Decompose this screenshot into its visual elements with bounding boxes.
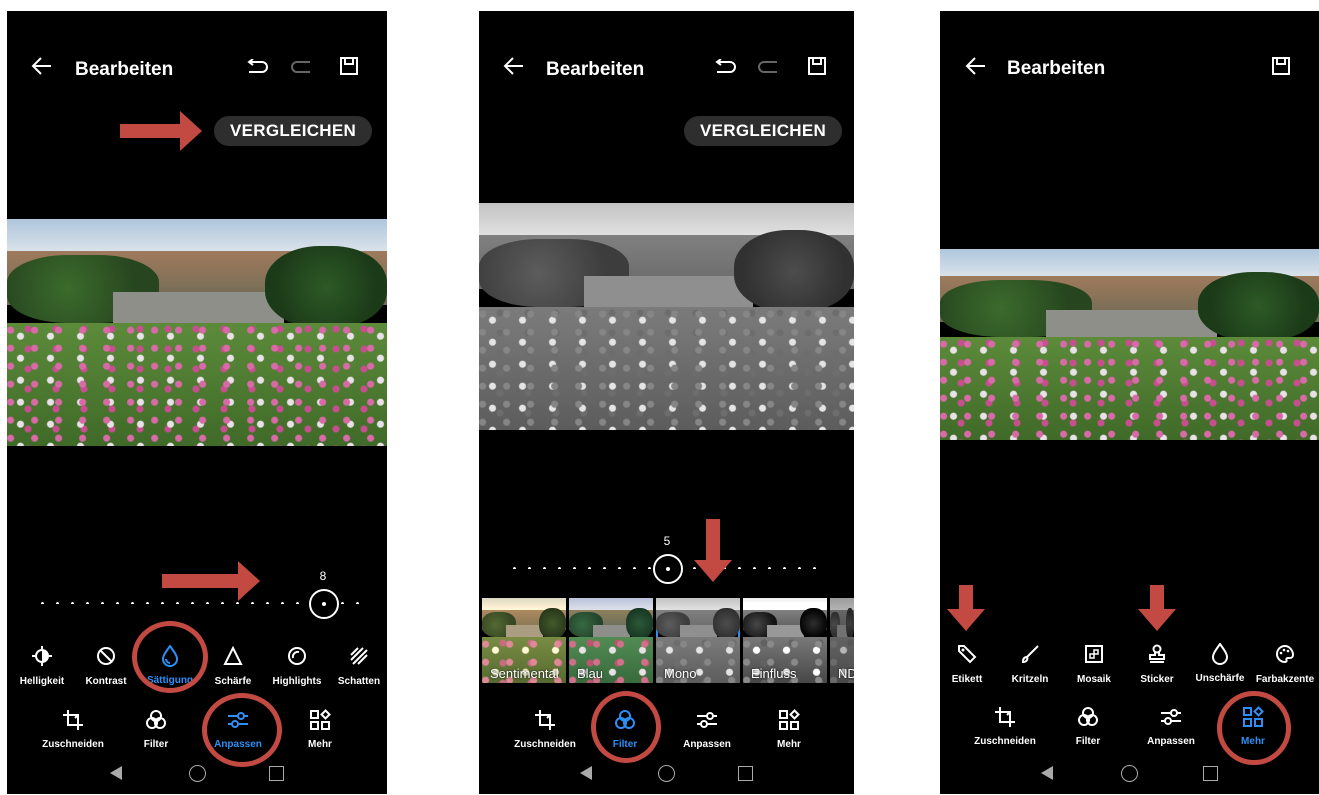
crop-icon — [41, 709, 105, 735]
tab-anpassen[interactable]: Anpassen — [1139, 704, 1203, 747]
sharpness-icon — [201, 646, 265, 672]
redo-icon[interactable] — [757, 59, 779, 77]
brightness-icon — [10, 646, 74, 672]
screen-more: Bearbeiten Etikett Kritzeln Mosaik Stick… — [940, 11, 1319, 794]
back-arrow-icon[interactable] — [965, 55, 987, 77]
tab-zuschneiden[interactable]: Zuschneiden — [973, 704, 1037, 747]
shadows-icon — [327, 646, 387, 672]
redo-icon[interactable] — [290, 59, 312, 77]
tool-schatten[interactable]: Schatten — [327, 643, 387, 687]
tool-farbakzente[interactable]: Farbakzente — [1253, 641, 1317, 685]
compare-button[interactable]: VERGLEICHEN — [214, 116, 373, 146]
page-title: Bearbeiten — [546, 59, 645, 80]
undo-icon[interactable] — [247, 59, 269, 77]
tool-highlights[interactable]: Highlights — [265, 643, 329, 687]
page-title: Bearbeiten — [1007, 58, 1106, 79]
annotation-arrow-compare — [120, 111, 202, 151]
compare-button[interactable]: VERGLEICHEN — [684, 116, 843, 146]
nav-recents-icon[interactable] — [269, 766, 284, 781]
nav-recents-icon[interactable] — [738, 766, 753, 781]
tool-kritzeln[interactable]: Kritzeln — [998, 641, 1062, 685]
undo-icon[interactable] — [715, 59, 737, 77]
filter-thumb-einfluss[interactable]: Einfluss — [743, 598, 827, 683]
annotation-arrow-sticker — [1138, 585, 1176, 631]
nav-home-icon[interactable] — [189, 765, 206, 782]
tool-kontrast[interactable]: Kontrast — [74, 643, 138, 687]
annotation-arrow-etikett — [947, 585, 985, 631]
brush-icon — [998, 644, 1062, 670]
nav-back-icon[interactable] — [580, 766, 592, 780]
crop-icon — [973, 706, 1037, 732]
more-grid-icon — [757, 709, 821, 735]
tool-unschaerfe[interactable]: Unschärfe — [1188, 641, 1252, 684]
tool-mosaik[interactable]: Mosaik — [1062, 641, 1126, 685]
nav-home-icon[interactable] — [658, 765, 675, 782]
tab-zuschneiden[interactable]: Zuschneiden — [513, 707, 577, 750]
tool-helligkeit[interactable]: Helligkeit — [10, 643, 74, 687]
tab-anpassen[interactable]: Anpassen — [675, 707, 739, 750]
annotation-ring-mehr — [1217, 691, 1291, 765]
page-title: Bearbeiten — [75, 59, 174, 80]
slider-value: 8 — [319, 569, 327, 583]
screen-filter: Bearbeiten VERGLEICHEN 5 Sentimental Bla… — [479, 11, 854, 794]
more-grid-icon — [288, 709, 352, 735]
blur-drop-icon — [1188, 643, 1252, 669]
save-icon[interactable] — [807, 56, 827, 76]
contrast-icon — [74, 646, 138, 672]
back-arrow-icon[interactable] — [31, 55, 53, 77]
slider-knob[interactable] — [653, 554, 683, 584]
nav-back-icon[interactable] — [1041, 766, 1053, 780]
tab-mehr[interactable]: Mehr — [288, 707, 352, 750]
annotation-arrow-mono — [694, 519, 732, 582]
mosaic-icon — [1062, 644, 1126, 670]
adjust-sliders-icon — [675, 709, 739, 735]
tab-filter[interactable]: Filter — [124, 707, 188, 750]
annotation-ring-anpassen — [202, 693, 282, 767]
filter-thumb-mono[interactable]: Mono — [656, 598, 740, 683]
filter-thumb-blau[interactable]: Blau — [569, 598, 653, 683]
adjust-sliders-icon — [1139, 706, 1203, 732]
annotation-arrow-slider — [162, 561, 260, 601]
system-nav-bar — [7, 750, 387, 794]
tab-zuschneiden[interactable]: Zuschneiden — [41, 707, 105, 750]
highlights-icon — [265, 646, 329, 672]
tool-etikett[interactable]: Etikett — [940, 641, 999, 685]
slider-knob[interactable] — [309, 589, 339, 619]
save-icon[interactable] — [1271, 56, 1291, 76]
tool-sticker[interactable]: Sticker — [1125, 641, 1189, 685]
annotation-ring-saettigung — [132, 621, 208, 693]
stamp-icon — [1125, 644, 1189, 670]
back-arrow-icon[interactable] — [503, 55, 525, 77]
slider-value: 5 — [663, 534, 671, 548]
tag-icon — [940, 644, 999, 670]
tab-mehr[interactable]: Mehr — [757, 707, 821, 750]
nav-home-icon[interactable] — [1121, 765, 1138, 782]
edited-photo — [479, 203, 854, 430]
filter-icon — [124, 709, 188, 735]
system-nav-bar — [479, 750, 854, 794]
crop-icon — [513, 709, 577, 735]
edited-photo — [940, 249, 1319, 440]
palette-icon — [1253, 644, 1317, 670]
tab-filter[interactable]: Filter — [1056, 704, 1120, 747]
nav-recents-icon[interactable] — [1203, 766, 1218, 781]
annotation-ring-filter — [591, 691, 661, 763]
save-icon[interactable] — [339, 56, 359, 76]
nav-back-icon[interactable] — [110, 766, 122, 780]
filter-icon — [1056, 706, 1120, 732]
tool-schaerfe[interactable]: Schärfe — [201, 643, 265, 687]
filter-thumb-nd[interactable]: ND — [830, 598, 854, 683]
filter-thumb-sentimental[interactable]: Sentimental — [482, 598, 566, 683]
edited-photo — [7, 219, 387, 446]
